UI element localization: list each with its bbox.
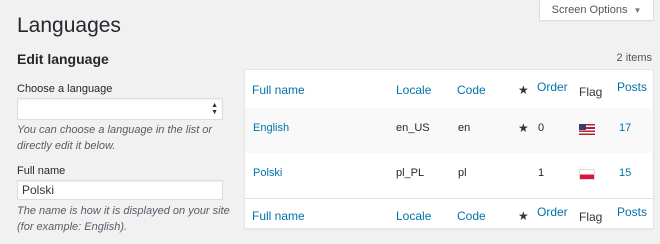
star-icon: ★	[518, 83, 529, 97]
full-name-label: Full name	[17, 165, 66, 177]
column-posts[interactable]: Posts	[617, 205, 647, 219]
column-flag: Flag	[579, 85, 603, 99]
posts-count-link[interactable]: 17	[619, 122, 631, 134]
column-locale[interactable]: Locale	[396, 209, 431, 223]
locale-value: pl_PL	[396, 167, 425, 179]
code-value: pl	[458, 167, 467, 179]
screen-options-label: Screen Options	[551, 4, 628, 16]
screen-options-button[interactable]: Screen Options ▼	[539, 0, 654, 21]
page-title: Languages	[17, 14, 121, 37]
choose-language-label: Choose a language	[17, 83, 113, 95]
items-count: 2 items	[616, 52, 652, 64]
full-name-description: The name is how it is displayed on your …	[17, 205, 230, 233]
edit-language-title: Edit language	[17, 51, 109, 67]
triangle-down-icon: ▼	[633, 5, 642, 15]
table-header: Full name Locale Code ★ Order Flag Posts	[245, 70, 653, 109]
language-select[interactable]: ▲ ▼	[17, 98, 223, 120]
column-full-name[interactable]: Full name	[252, 209, 305, 223]
column-order[interactable]: Order	[537, 205, 568, 219]
table-row: Polski pl_PL pl 1 15	[245, 153, 653, 198]
choose-language-description: You can choose a language in the list or…	[17, 124, 213, 152]
star-icon: ★	[518, 209, 529, 223]
posts-count-link[interactable]: 15	[619, 167, 631, 179]
language-name-link[interactable]: Polski	[253, 167, 282, 179]
pl-flag-icon	[579, 169, 595, 180]
languages-table: Full name Locale Code ★ Order Flag Posts…	[244, 69, 654, 229]
column-order[interactable]: Order	[537, 80, 568, 94]
order-value: 1	[538, 167, 545, 179]
column-full-name[interactable]: Full name	[252, 83, 305, 97]
language-name-link[interactable]: English	[253, 122, 289, 134]
full-name-input[interactable]	[17, 180, 223, 200]
column-code[interactable]: Code	[457, 83, 486, 97]
column-flag: Flag	[579, 210, 603, 224]
column-posts[interactable]: Posts	[617, 80, 647, 94]
locale-value: en_US	[396, 122, 430, 134]
order-value: 0	[538, 122, 545, 134]
star-icon: ★	[518, 121, 529, 135]
select-arrows-icon: ▲ ▼	[211, 102, 218, 116]
us-flag-icon	[579, 124, 595, 135]
column-code[interactable]: Code	[457, 209, 486, 223]
code-value: en	[458, 122, 471, 134]
table-row: English en_US en ★ 0 17	[245, 108, 653, 153]
column-locale[interactable]: Locale	[396, 83, 431, 97]
table-footer: Full name Locale Code ★ Order Flag Posts	[245, 198, 653, 229]
